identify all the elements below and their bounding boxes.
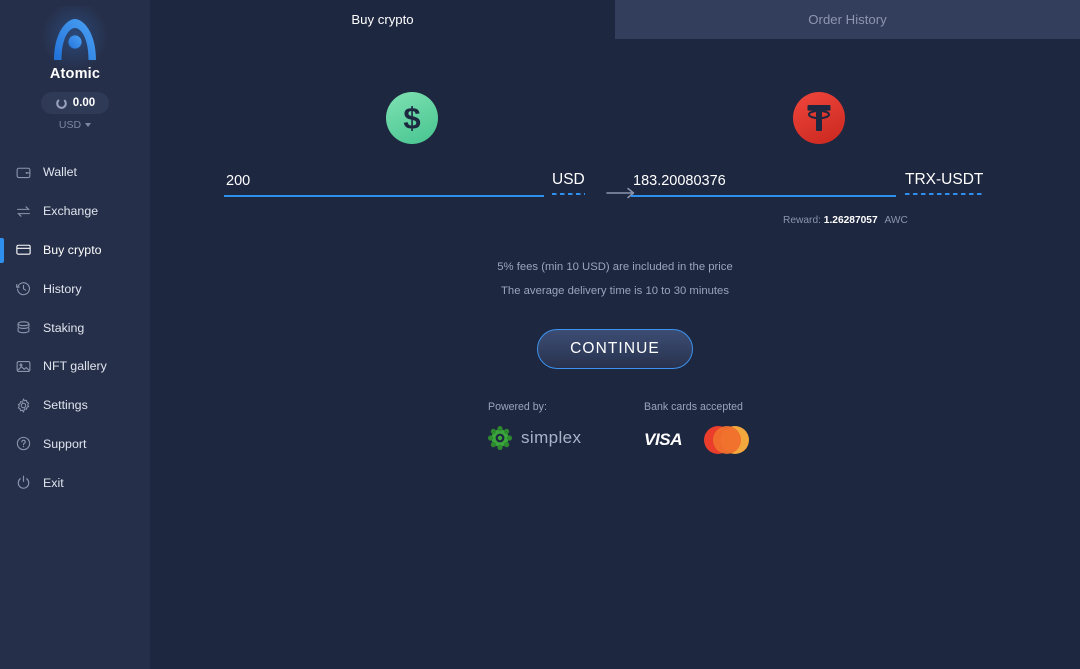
tab-buy-crypto[interactable]: Buy crypto xyxy=(150,0,615,39)
gear-icon xyxy=(15,397,32,414)
stack-icon xyxy=(15,319,32,336)
visa-logo: VISA xyxy=(644,430,683,449)
main-panel: Buy crypto Order History $ 200 USD 183.2… xyxy=(150,0,1080,669)
to-amount-field[interactable] xyxy=(631,173,896,197)
sidebar-nav: Wallet Exchange Buy crypto History Staki… xyxy=(0,153,150,502)
card-icon xyxy=(15,241,32,258)
sidebar-item-wallet[interactable]: Wallet xyxy=(0,153,150,192)
question-icon xyxy=(15,435,32,452)
tab-bar: Buy crypto Order History xyxy=(150,0,1080,39)
sidebar-item-label: Exit xyxy=(43,475,64,490)
from-ticker-selector[interactable]: USD xyxy=(552,171,585,200)
powered-by-label: Powered by: xyxy=(488,401,547,413)
sidebar-item-history[interactable]: History xyxy=(0,269,150,308)
sidebar-item-label: Settings xyxy=(43,398,88,413)
coin-icon-row: $ xyxy=(150,92,1080,156)
sidebar-item-label: Exchange xyxy=(43,204,99,219)
sidebar: Atomic 0.00 USD Wallet Exchange Buy cryp… xyxy=(0,0,150,669)
to-ticker-selector[interactable]: TRX-USDT xyxy=(905,171,984,200)
bank-cards-label: Bank cards accepted xyxy=(644,401,743,413)
tab-label: Buy crypto xyxy=(351,12,414,27)
to-underline xyxy=(631,195,896,197)
to-ticker-label: TRX-USDT xyxy=(905,171,984,188)
exchange-icon xyxy=(15,203,32,220)
atomic-logo-icon xyxy=(40,6,110,72)
balance-value: 0.00 xyxy=(72,97,96,109)
notes-block: 5% fees (min 10 USD) are included in the… xyxy=(150,255,1080,303)
dollar-coin-icon: $ xyxy=(386,92,438,144)
sidebar-item-label: Staking xyxy=(43,320,85,335)
from-underline xyxy=(224,195,544,197)
sidebar-item-nft-gallery[interactable]: NFT gallery xyxy=(0,347,150,386)
sidebar-item-exit[interactable]: Exit xyxy=(0,463,150,502)
mastercard-icon xyxy=(704,426,750,454)
to-ticker-dashed-underline xyxy=(905,193,984,195)
from-amount-field[interactable] xyxy=(224,173,544,197)
reward-row: Reward: 1.26287057 AWC xyxy=(783,215,908,226)
clock-icon xyxy=(15,280,32,297)
from-amount-input[interactable] xyxy=(224,173,544,195)
bank-cards-block: Bank cards accepted VISA xyxy=(644,401,750,454)
reward-value: 1.26287057 xyxy=(823,215,878,226)
chevron-down-icon xyxy=(85,123,92,127)
brand-block: Atomic 0.00 USD xyxy=(0,0,150,131)
fees-note: 5% fees (min 10 USD) are included in the… xyxy=(497,261,733,273)
from-ticker-label: USD xyxy=(552,171,585,188)
svg-text:$: $ xyxy=(403,101,420,136)
balance-pill[interactable]: 0.00 xyxy=(41,92,109,114)
power-icon xyxy=(15,474,32,491)
wallet-icon xyxy=(15,164,32,181)
sidebar-item-label: NFT gallery xyxy=(43,359,107,374)
sidebar-item-exchange[interactable]: Exchange xyxy=(0,192,150,231)
exchange-row: USD TRX-USDT Reward: 1.26287057 xyxy=(150,165,1080,226)
currency-label: USD xyxy=(58,119,82,131)
reward-label: Reward: xyxy=(783,215,821,226)
cta-wrap: CONTINUE xyxy=(150,329,1080,369)
delivery-note: The average delivery time is 10 to 30 mi… xyxy=(501,285,729,297)
tab-order-history[interactable]: Order History xyxy=(615,0,1080,39)
sidebar-item-buy-crypto[interactable]: Buy crypto xyxy=(0,231,150,270)
simplex-icon xyxy=(488,426,512,450)
app-window: Atomic 0.00 USD Wallet Exchange Buy cryp… xyxy=(0,0,1080,669)
sidebar-item-label: Buy crypto xyxy=(43,242,102,257)
reward-unit: AWC xyxy=(884,215,908,226)
tab-label: Order History xyxy=(808,12,887,27)
tether-coin-icon xyxy=(793,92,845,144)
loading-donut-icon xyxy=(55,97,67,109)
sidebar-item-label: History xyxy=(43,281,82,296)
sidebar-item-label: Wallet xyxy=(43,165,77,180)
powered-by-block: Powered by: simplex xyxy=(488,401,581,450)
currency-selector[interactable]: USD xyxy=(0,119,150,131)
sidebar-item-label: Support xyxy=(43,436,87,451)
sidebar-item-staking[interactable]: Staking xyxy=(0,308,150,347)
sidebar-item-support[interactable]: Support xyxy=(0,425,150,464)
sidebar-item-settings[interactable]: Settings xyxy=(0,386,150,425)
simplex-wordmark: simplex xyxy=(521,428,582,447)
continue-button[interactable]: CONTINUE xyxy=(537,329,693,369)
image-icon xyxy=(15,358,32,375)
from-ticker-dashed-underline xyxy=(552,193,585,195)
footer: Powered by: simplex Bank cards accepted … xyxy=(150,401,1080,471)
to-amount-input[interactable] xyxy=(631,173,896,195)
buy-crypto-form: $ USD xyxy=(150,92,1080,471)
